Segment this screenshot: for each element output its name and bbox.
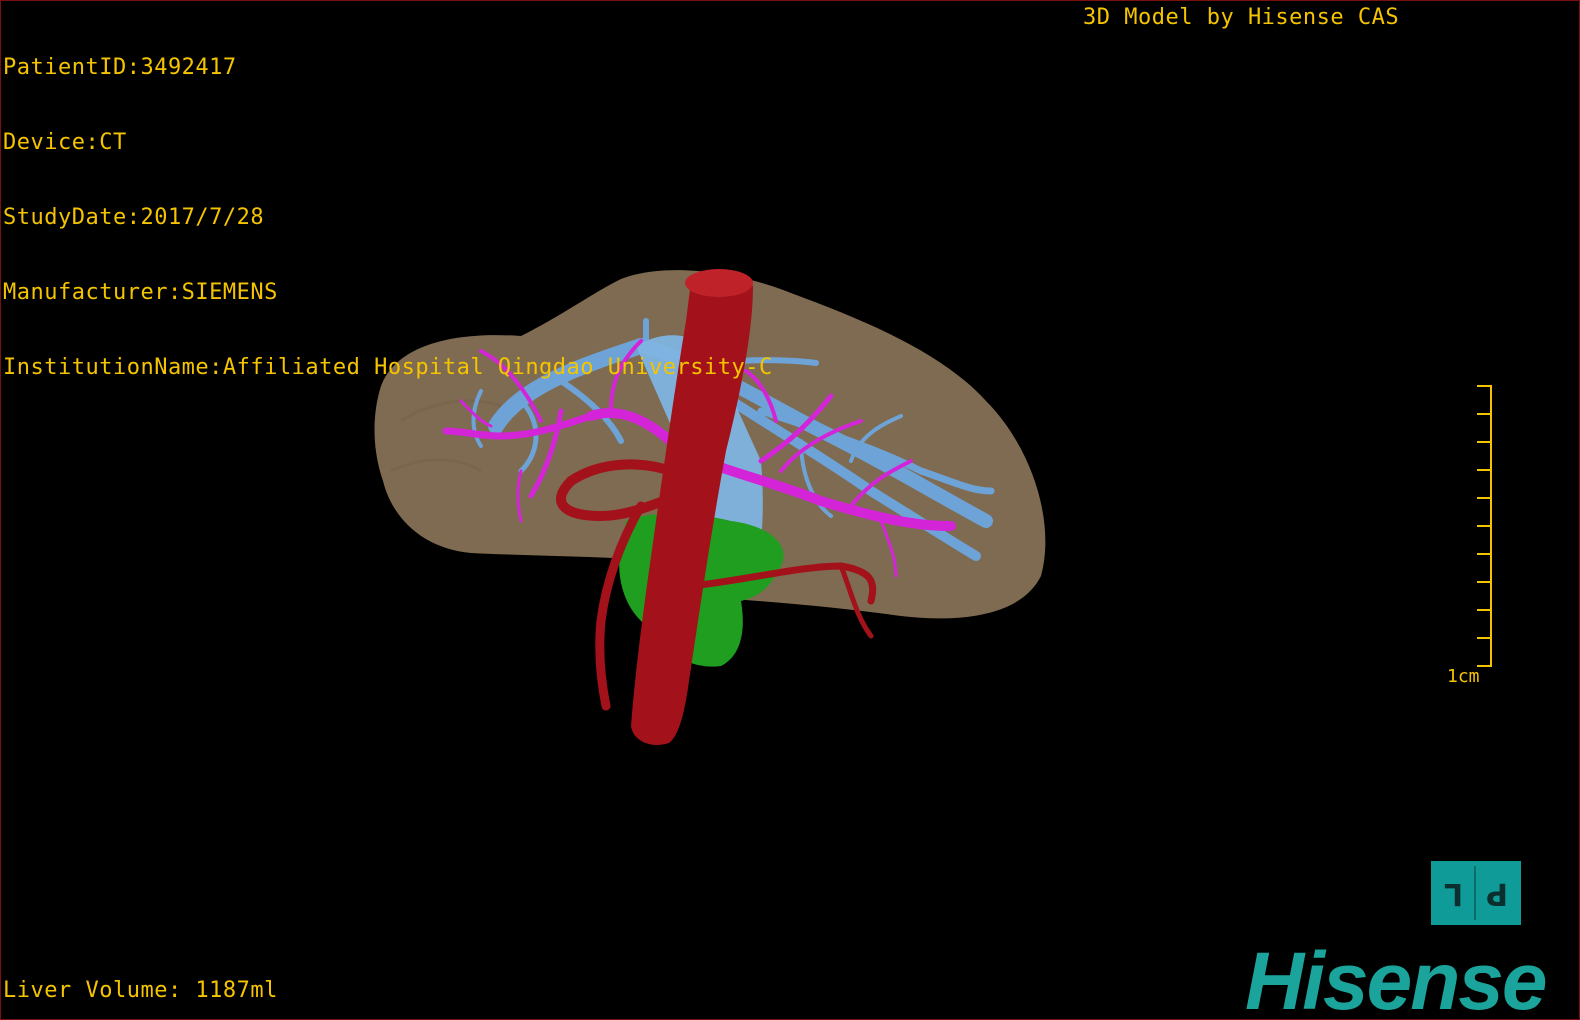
orientation-divider — [1473, 866, 1476, 920]
dicom-info-block: PatientID:3492417 Device:CT StudyDate:20… — [3, 5, 773, 430]
study-date: StudyDate:2017/7/28 — [3, 205, 265, 230]
institution-name: InstitutionName:Affiliated Hospital Qing… — [3, 355, 773, 380]
scale-label: 1cm — [1447, 666, 1480, 687]
orientation-left-mark: L — [1444, 875, 1464, 911]
orientation-right-mark: P — [1485, 875, 1508, 911]
hisense-logo: Hisense — [1245, 936, 1548, 1020]
orientation-cube[interactable]: L P — [1431, 861, 1521, 925]
liver-volume: Liver Volume: 1187ml — [3, 978, 278, 1003]
manufacturer: Manufacturer:SIEMENS — [3, 280, 278, 305]
patient-id: PatientID:3492417 — [3, 55, 237, 80]
3d-viewport[interactable]: PatientID:3492417 Device:CT StudyDate:20… — [0, 0, 1580, 1020]
scale-bar — [1477, 385, 1492, 667]
model-credit: 3D Model by Hisense CAS — [1083, 5, 1400, 30]
device: Device:CT — [3, 130, 127, 155]
